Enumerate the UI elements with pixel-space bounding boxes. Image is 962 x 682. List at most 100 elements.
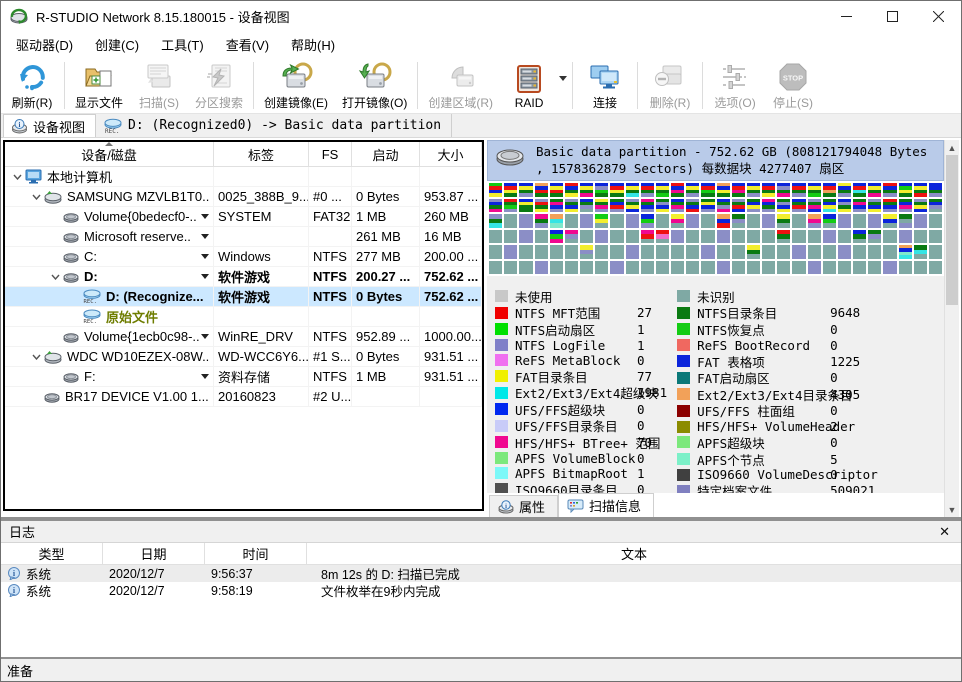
column-header-3[interactable]: 启动 — [352, 142, 420, 166]
log-column-header-0[interactable]: 类型 — [1, 543, 103, 564]
view-tab-recognized-partition[interactable]: REC.D: (Recognized0) -> Basic data parti… — [96, 114, 452, 137]
volume-dropdown-icon[interactable] — [201, 234, 209, 239]
raid-wrap[interactable]: RAID — [500, 58, 569, 113]
device-row-0[interactable]: 本地计算机 — [5, 167, 482, 187]
device-cell: Volume{0bedecf0-.. — [5, 207, 214, 226]
log-row-1[interactable]: i系统2020/12/79:58:19文件枚举在9秒内完成 — [1, 582, 961, 599]
map-block — [701, 245, 714, 259]
map-block — [701, 199, 714, 213]
device-row-5[interactable]: D:软件游戏NTFS200.27 ...752.62 ... — [5, 267, 482, 287]
scan-block-map[interactable] — [487, 181, 944, 276]
column-header-0[interactable]: 设备/磁盘 — [5, 142, 214, 166]
device-cell: 931.51 ... — [420, 347, 482, 366]
log-row-0[interactable]: i系统2020/12/79:56:378m 12s 的 D: 扫描已完成 — [1, 565, 961, 582]
expander-icon[interactable] — [9, 174, 25, 180]
menu-item-0[interactable]: 驱动器(D) — [5, 31, 84, 58]
volume-dropdown-icon[interactable] — [201, 274, 209, 279]
column-header-label: 标签 — [248, 145, 274, 164]
volume-dropdown-icon[interactable] — [201, 214, 209, 219]
map-block — [595, 230, 608, 244]
scan-label: 扫描(S) — [139, 94, 179, 111]
legend-swatch — [495, 467, 508, 479]
scroll-down-icon[interactable]: ▼ — [945, 502, 959, 517]
map-block — [929, 261, 942, 275]
map-block — [732, 183, 745, 197]
device-cell: NTFS — [309, 367, 352, 386]
log-column-header-2[interactable]: 时间 — [205, 543, 307, 564]
legend-count: 0 — [830, 403, 838, 418]
device-row-1[interactable]: SAMSUNG MZVLB1T0...0025_388B_9...#0 ...0… — [5, 187, 482, 207]
device-cell — [352, 167, 420, 186]
map-block — [732, 261, 745, 275]
device-row-8[interactable]: Volume{1ecb0c98-..WinRE_DRVNTFS952.89 ..… — [5, 327, 482, 347]
scan-scrollbar[interactable]: ▲ ▼ — [944, 140, 959, 517]
menu-item-3[interactable]: 查看(V) — [215, 31, 280, 58]
volume-dropdown-icon[interactable] — [201, 374, 209, 379]
device-row-7[interactable]: REC.原始文件 — [5, 307, 482, 327]
toolbar-separator — [253, 62, 254, 109]
map-block — [686, 230, 699, 244]
open-image-button[interactable]: 打开镜像(O) — [335, 58, 414, 113]
expander-icon[interactable] — [28, 354, 44, 360]
device-name: 本地计算机 — [47, 167, 112, 186]
recognized-partition-tab-icon: REC. — [103, 118, 123, 134]
legend-swatch — [495, 339, 508, 351]
scrollbar-thumb[interactable] — [946, 155, 958, 305]
map-block — [762, 183, 775, 197]
legend-left-item: NTFS LogFile1 — [495, 338, 667, 353]
volume-dropdown-icon[interactable] — [201, 334, 209, 339]
device-row-10[interactable]: F:资料存储NTFS1 MB931.51 ... — [5, 367, 482, 387]
connect-button[interactable]: 连接 — [576, 58, 634, 113]
legend-swatch — [495, 290, 508, 302]
log-close-icon[interactable]: ✕ — [936, 524, 953, 540]
scroll-up-icon[interactable]: ▲ — [945, 140, 959, 155]
legend-swatch — [677, 388, 690, 400]
rec-icon: REC. — [82, 289, 101, 304]
close-button[interactable] — [915, 1, 961, 31]
device-row-2[interactable]: Volume{0bedecf0-..SYSTEMFAT321 MB260 MB — [5, 207, 482, 227]
map-block — [656, 245, 669, 259]
minimize-button[interactable] — [823, 1, 869, 31]
device-row-4[interactable]: C:WindowsNTFS277 MB200.00 ... — [5, 247, 482, 267]
device-row-11[interactable]: BR17 DEVICE V1.00 1....20160823#2 U... — [5, 387, 482, 407]
raid-dropdown-icon[interactable] — [559, 76, 567, 81]
column-header-4[interactable]: 大小 — [420, 142, 482, 166]
map-block — [914, 214, 927, 228]
map-block — [777, 214, 790, 228]
log-column-header-3[interactable]: 文本 — [307, 543, 961, 564]
menu-item-2[interactable]: 工具(T) — [150, 31, 215, 58]
map-block — [838, 261, 851, 275]
log-date: 2020/12/7 — [109, 584, 165, 598]
device-row-3[interactable]: Microsoft reserve..261 MB16 MB — [5, 227, 482, 247]
maximize-button[interactable] — [869, 1, 915, 31]
legend-swatch — [677, 355, 690, 367]
map-block — [929, 183, 942, 197]
legend-count: 0 — [830, 338, 838, 353]
map-block — [610, 214, 623, 228]
panel-tab-scan-info[interactable]: 扫描信息 — [558, 493, 654, 517]
volume-dropdown-icon[interactable] — [201, 254, 209, 259]
map-block — [777, 245, 790, 259]
menu-item-1[interactable]: 创建(C) — [84, 31, 150, 58]
log-time: 9:56:37 — [211, 567, 253, 581]
device-cell: 0 Bytes — [352, 287, 420, 306]
raid-button[interactable]: RAID — [500, 60, 558, 112]
properties-tab-icon: i — [498, 500, 514, 514]
device-cell: 261 MB — [352, 227, 420, 246]
log-column-header-1[interactable]: 日期 — [103, 543, 205, 564]
refresh-button[interactable]: 刷新(R) — [3, 58, 61, 113]
column-header-1[interactable]: 标签 — [214, 142, 309, 166]
column-header-2[interactable]: FS — [309, 142, 352, 166]
menu-item-4[interactable]: 帮助(H) — [280, 31, 346, 58]
panel-tab-properties[interactable]: i属性 — [489, 495, 558, 517]
expander-icon[interactable] — [28, 194, 44, 200]
create-image-button[interactable]: 创建镜像(E) — [257, 58, 335, 113]
map-block — [823, 261, 836, 275]
device-cell-text: FAT32 — [313, 209, 350, 224]
device-row-6[interactable]: REC.D: (Recognize...软件游戏NTFS0 Bytes752.6… — [5, 287, 482, 307]
device-row-9[interactable]: WDC WD10EZEX-08W...WD-WCC6Y6...#1 S...0 … — [5, 347, 482, 367]
show-files-button[interactable]: 显示文件 — [68, 58, 130, 113]
view-tab-device-view[interactable]: i设备视图 — [3, 114, 96, 137]
delete-icon — [653, 61, 687, 93]
expander-icon[interactable] — [47, 274, 63, 280]
